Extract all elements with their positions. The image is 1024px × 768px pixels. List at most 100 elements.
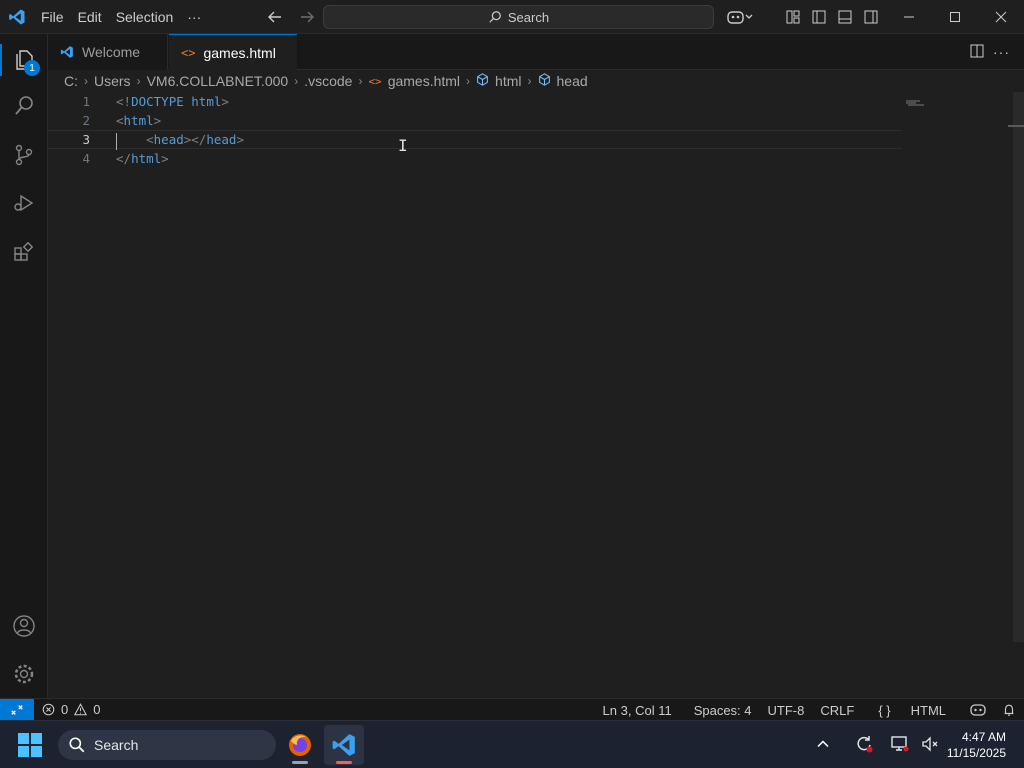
more-actions-icon[interactable]: ···: [993, 44, 1010, 60]
line-ending[interactable]: CRLF: [812, 703, 862, 718]
clock-date: 11/15/2025: [946, 746, 1006, 760]
scrollbar-cursor-mark: [1008, 125, 1024, 127]
tab-games-html-label: games.html: [203, 45, 276, 61]
symbol-element-icon: [538, 73, 551, 89]
breadcrumb-vscode-folder[interactable]: .vscode: [304, 73, 352, 89]
menu-file[interactable]: File: [34, 0, 71, 34]
tab-games-html[interactable]: <> games.html: [169, 34, 297, 71]
code-text: <head></head>: [146, 132, 244, 147]
editor-tabs: Welcome <> games.html ···: [48, 34, 1024, 71]
status-right: Ln 3, Col 11 Spaces: 4 UTF-8 CRLF { } HTM…: [595, 699, 1024, 721]
search-icon: [69, 737, 85, 753]
warning-count: 0: [93, 702, 101, 717]
breadcrumb-symbol-head[interactable]: head: [557, 73, 588, 89]
taskbar-search[interactable]: Search: [58, 730, 276, 760]
chevron-right-icon: ›: [358, 74, 363, 88]
cursor-position[interactable]: Ln 3, Col 11: [595, 703, 680, 718]
tab-actions: ···: [969, 34, 1024, 70]
breadcrumb-drive[interactable]: C:: [64, 73, 78, 89]
chevron-up-icon[interactable]: [816, 737, 830, 754]
tab-welcome[interactable]: Welcome: [48, 34, 168, 70]
encoding[interactable]: UTF-8: [760, 703, 813, 718]
warning-icon: [74, 703, 88, 716]
toggle-panel-icon[interactable]: [832, 0, 858, 34]
activity-bar: 1: [0, 34, 48, 698]
source-control-icon[interactable]: [0, 131, 48, 179]
customize-layout-icon[interactable]: [780, 0, 806, 34]
mouse-ibeam-icon: I: [398, 136, 408, 155]
html-file-icon: <>: [368, 74, 382, 88]
active-indicator: [0, 44, 2, 76]
menu-selection[interactable]: Selection: [109, 0, 181, 34]
nav-buttons: [262, 0, 320, 34]
notifications-bell-icon[interactable]: [994, 703, 1024, 717]
text-cursor: [116, 133, 117, 150]
running-indicator: [292, 761, 308, 764]
clock-time: 4:47 AM: [961, 730, 1006, 744]
split-editor-icon[interactable]: [969, 43, 985, 62]
toggle-sidebar-icon[interactable]: [806, 0, 832, 34]
windows-taskbar: Search 4:47 AM 11/15/2025: [0, 720, 1024, 768]
tab-welcome-label: Welcome: [82, 44, 141, 60]
problems-indicator[interactable]: 0 0: [34, 702, 100, 717]
chevron-right-icon: ›: [136, 74, 141, 88]
windows-start-icon[interactable]: [16, 731, 44, 759]
chevron-right-icon: ›: [84, 74, 88, 88]
indentation[interactable]: Spaces: 4: [686, 703, 760, 718]
code-line: 4 </html>: [48, 149, 902, 168]
breadcrumb-user-folder[interactable]: VM6.COLLABNET.000: [147, 73, 289, 89]
run-debug-icon[interactable]: [0, 179, 48, 227]
chevron-right-icon: ›: [294, 74, 299, 88]
vscode-logo-icon: [0, 0, 34, 34]
line-number: 2: [82, 113, 90, 128]
forward-arrow-icon[interactable]: [294, 4, 320, 30]
code-editor[interactable]: 1 <!DOCTYPE html> 2 <html> 3 <head></hea…: [48, 92, 1024, 698]
braces-icon: { }: [878, 702, 891, 718]
explorer-icon[interactable]: 1: [0, 36, 48, 84]
minimap[interactable]: [906, 94, 924, 106]
breadcrumb-file[interactable]: games.html: [388, 73, 460, 89]
copilot-icon[interactable]: [720, 0, 760, 34]
symbol-element-icon: [476, 73, 489, 89]
chevron-right-icon: ›: [527, 74, 532, 88]
menu-more[interactable]: ···: [180, 0, 208, 34]
titlebar-actions: [720, 0, 884, 34]
taskbar-clock[interactable]: 4:47 AM 11/15/2025: [947, 729, 1006, 761]
firefox-taskbar-icon[interactable]: [280, 725, 320, 765]
command-center-search[interactable]: Search: [323, 5, 714, 29]
code-line: 2 <html>: [48, 111, 902, 130]
window-controls: [886, 0, 1024, 34]
back-arrow-icon[interactable]: [262, 4, 288, 30]
sync-icon[interactable]: [854, 734, 874, 757]
maximize-icon[interactable]: [932, 0, 978, 34]
remote-indicator-icon[interactable]: [0, 698, 34, 721]
chevron-right-icon: ›: [466, 74, 471, 88]
active-indicator: [336, 761, 352, 764]
breadcrumb-users[interactable]: Users: [94, 73, 131, 89]
toggle-secondary-sidebar-icon[interactable]: [858, 0, 884, 34]
menu-edit[interactable]: Edit: [71, 0, 109, 34]
html-file-icon: <>: [181, 46, 196, 60]
speaker-muted-icon[interactable]: [920, 734, 940, 757]
explorer-badge: 1: [24, 60, 40, 76]
status-bar: 0 0 Ln 3, Col 11 Spaces: 4 UTF-8 CRLF { …: [0, 698, 1024, 721]
system-tray: [816, 721, 940, 768]
search-icon[interactable]: [0, 82, 48, 130]
extensions-icon[interactable]: [0, 228, 48, 276]
vertical-scrollbar[interactable]: [1013, 92, 1024, 642]
display-icon[interactable]: [890, 734, 910, 757]
minimize-icon[interactable]: [886, 0, 932, 34]
menu-bar: File Edit Selection ···: [34, 0, 208, 34]
copilot-status-icon[interactable]: [962, 703, 994, 717]
breadcrumb-symbol-html[interactable]: html: [495, 73, 521, 89]
accounts-icon[interactable]: [0, 602, 48, 650]
search-icon: [489, 11, 501, 23]
settings-gear-icon[interactable]: [0, 650, 48, 698]
close-icon[interactable]: [978, 0, 1024, 34]
title-bar: File Edit Selection ··· Search: [0, 0, 1024, 34]
error-count: 0: [61, 702, 69, 717]
language-mode[interactable]: { } HTML: [862, 703, 962, 718]
code-text: <html>: [116, 113, 162, 128]
code-text: </html>: [116, 151, 169, 166]
vscode-taskbar-icon[interactable]: [324, 725, 364, 765]
